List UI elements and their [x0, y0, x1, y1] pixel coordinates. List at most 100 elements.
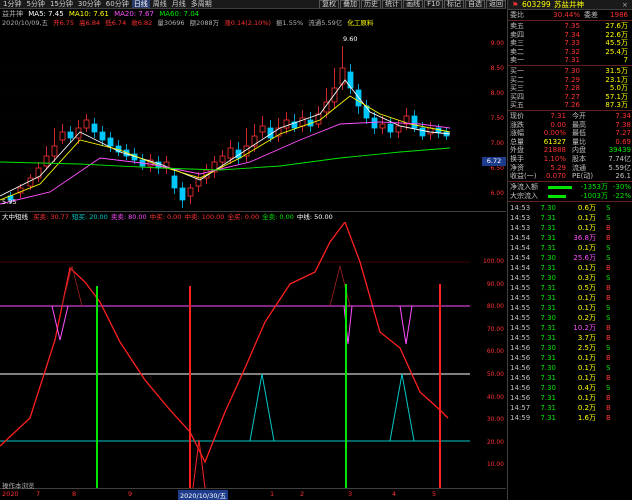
quote-value-b-7: 26.1 — [615, 172, 631, 181]
bar-info-line: 2020/10/09,五 开6.75 高6.84 低6.74 收6.82 量30… — [2, 19, 506, 28]
tick-side-15: B — [606, 353, 611, 362]
tick-volume-13: 3.7万 — [577, 333, 596, 342]
ask-row-2: 卖三 7.33 45.5万 — [508, 39, 632, 48]
period-tab-5[interactable]: 日线 — [131, 0, 150, 8]
quote-label-b-2: 最低 — [572, 129, 586, 138]
toolbar-button-0[interactable]: 复权 — [319, 0, 340, 8]
tick-row-6: 14:54 7.31 0.1万 B — [508, 263, 632, 273]
quote-value-a-7: 0.070 — [545, 172, 566, 181]
toolbar-button-1[interactable]: 叠加 — [340, 0, 361, 8]
tick-side-1: S — [606, 213, 611, 222]
bid-row-4: 买五 7.26 87.3万 — [508, 101, 632, 110]
ask-row-4: 卖一 7.31 7 — [508, 56, 632, 65]
toolbar-button-8[interactable]: 返回 — [486, 0, 506, 8]
quote-value-a-3: 61327 — [543, 137, 566, 146]
tick-row-4: 14:54 7.31 0.1万 S — [508, 243, 632, 253]
period-tab-0[interactable]: 1分钟 — [1, 0, 23, 8]
tick-time-19: 14:56 — [510, 393, 531, 402]
flag-icon: ⚑ — [512, 1, 519, 9]
tick-price-15: 7.31 — [540, 353, 556, 362]
tick-time-8: 14:55 — [510, 283, 531, 292]
bar-date: 2020/10/09,五 — [2, 19, 49, 27]
price-tick-4: 7.00 — [490, 140, 504, 147]
bid-row-2-label: 买三 — [510, 84, 524, 93]
candlestick-chart[interactable] — [0, 28, 506, 210]
candle-body-7 — [67, 131, 74, 139]
candle-body-31 — [259, 125, 266, 133]
bid-row-0-value: 7.30 — [564, 67, 580, 75]
indicator-chart[interactable] — [0, 222, 506, 488]
bid-row-3: 买四 7.27 57.1万 — [508, 93, 632, 102]
ask-row-2-value: 7.33 — [564, 39, 580, 48]
period-tab-8[interactable]: 多周期 — [189, 0, 214, 8]
tick-price-19: 7.31 — [540, 393, 556, 402]
toolbar-button-6[interactable]: 标记 — [444, 0, 464, 8]
toolbar-button-4[interactable]: 画线 — [403, 0, 424, 8]
tick-time-0: 14:53 — [510, 203, 531, 212]
tick-volume-6: 0.1万 — [577, 263, 596, 272]
period-tab-7[interactable]: 月线 — [170, 0, 188, 8]
date-label-2: 8 — [72, 490, 77, 498]
quote-row-1: 涨跌 0.00 最高 7.38 — [508, 121, 632, 130]
flow-value-0: -1353万 — [580, 182, 608, 191]
quote-value-b-5: 7.74亿 — [608, 155, 631, 163]
summary-row-0: 委比 30.44% 委差 1986 — [508, 11, 632, 20]
sep-3 — [508, 110, 632, 111]
tick-price-0: 7.30 — [540, 203, 556, 212]
tick-volume-12: 10.2万 — [573, 323, 596, 332]
candle-body-46 — [379, 123, 386, 129]
quote-panel: ⚑ 603299 苏盐井神 × 委比 30.44% 委差 1986 卖五 7.35 27.6… — [507, 0, 632, 500]
indicator-legend-0: 买卖: 30.77 — [33, 213, 69, 221]
tick-side-16: S — [606, 363, 611, 372]
quote-row-5: 换手 1.10% 股本 7.74亿 — [508, 155, 632, 164]
sep-2 — [508, 65, 632, 66]
period-tab-6[interactable]: 周线 — [151, 0, 169, 8]
tick-side-8: B — [606, 283, 611, 292]
toolbar-button-7[interactable]: 自选 — [465, 0, 485, 8]
tick-price-6: 7.31 — [540, 263, 556, 272]
quote-label-a-0: 现价 — [510, 112, 524, 120]
quote-value-a-2: 0.00% — [543, 129, 566, 138]
tick-side-10: S — [606, 303, 611, 312]
bar-close: 收6.82 — [131, 19, 153, 27]
candle-body-27 — [227, 147, 234, 159]
tick-price-5: 7.30 — [540, 253, 556, 262]
period-tab-3[interactable]: 30分钟 — [76, 0, 103, 8]
quote-row-4: 外盘 21888 内盘 39439 — [508, 146, 632, 155]
tick-row-21: 14:59 7.31 1.6万 B — [508, 413, 632, 423]
tick-row-0: 14:53 7.30 0.6万 S — [508, 203, 632, 213]
bid-row-1: 买二 7.29 23.1万 — [508, 76, 632, 85]
candle-body-22 — [187, 187, 194, 197]
tick-side-19: B — [606, 393, 611, 402]
date-label-4: 2020/10/30/五 — [178, 490, 229, 500]
date-label-5: 1 — [270, 490, 275, 498]
tick-volume-10: 0.1万 — [577, 303, 596, 312]
ma10-line — [0, 95, 451, 201]
toolbar-button-5[interactable]: F10 — [424, 0, 443, 8]
stock-header: ⚑ 603299 苏盐井神 × — [508, 0, 632, 10]
period-tab-1[interactable]: 5分钟 — [24, 0, 46, 8]
quote-row-0: 现价 7.31 今开 7.34 — [508, 112, 632, 121]
tick-price-10: 7.31 — [540, 303, 556, 312]
tick-volume-3: 36.8万 — [573, 233, 596, 242]
tick-price-1: 7.31 — [540, 213, 556, 222]
price-tick-6: 6.00 — [490, 190, 504, 197]
tick-volume-8: 0.5万 — [577, 283, 596, 292]
tick-price-13: 7.31 — [540, 333, 556, 342]
tick-row-10: 14:55 7.31 0.1万 S — [508, 303, 632, 313]
toolbar-button-2[interactable]: 历史 — [361, 0, 382, 8]
toolbar-button-3[interactable]: 统计 — [382, 0, 403, 8]
high-marker: 9.60 — [343, 35, 358, 43]
bid-row-3-value: 7.27 — [564, 92, 580, 101]
ma5-label: MA5: 7.45 — [28, 10, 64, 18]
ask-row-4-value: 7.31 — [564, 56, 580, 65]
oscillator-magenta-2 — [340, 305, 418, 345]
close-icon[interactable]: × — [622, 0, 628, 10]
period-tab-2[interactable]: 15分钟 — [48, 0, 75, 8]
bid-row-4-value: 7.26 — [564, 101, 580, 110]
quote-label-b-7: PE(动) — [572, 172, 594, 181]
period-tab-4[interactable]: 60分钟 — [104, 0, 131, 8]
date-label-8: 4 — [392, 490, 397, 498]
tick-volume-19: 0.1万 — [577, 393, 596, 402]
tick-row-14: 14:56 7.30 2.5万 S — [508, 343, 632, 353]
